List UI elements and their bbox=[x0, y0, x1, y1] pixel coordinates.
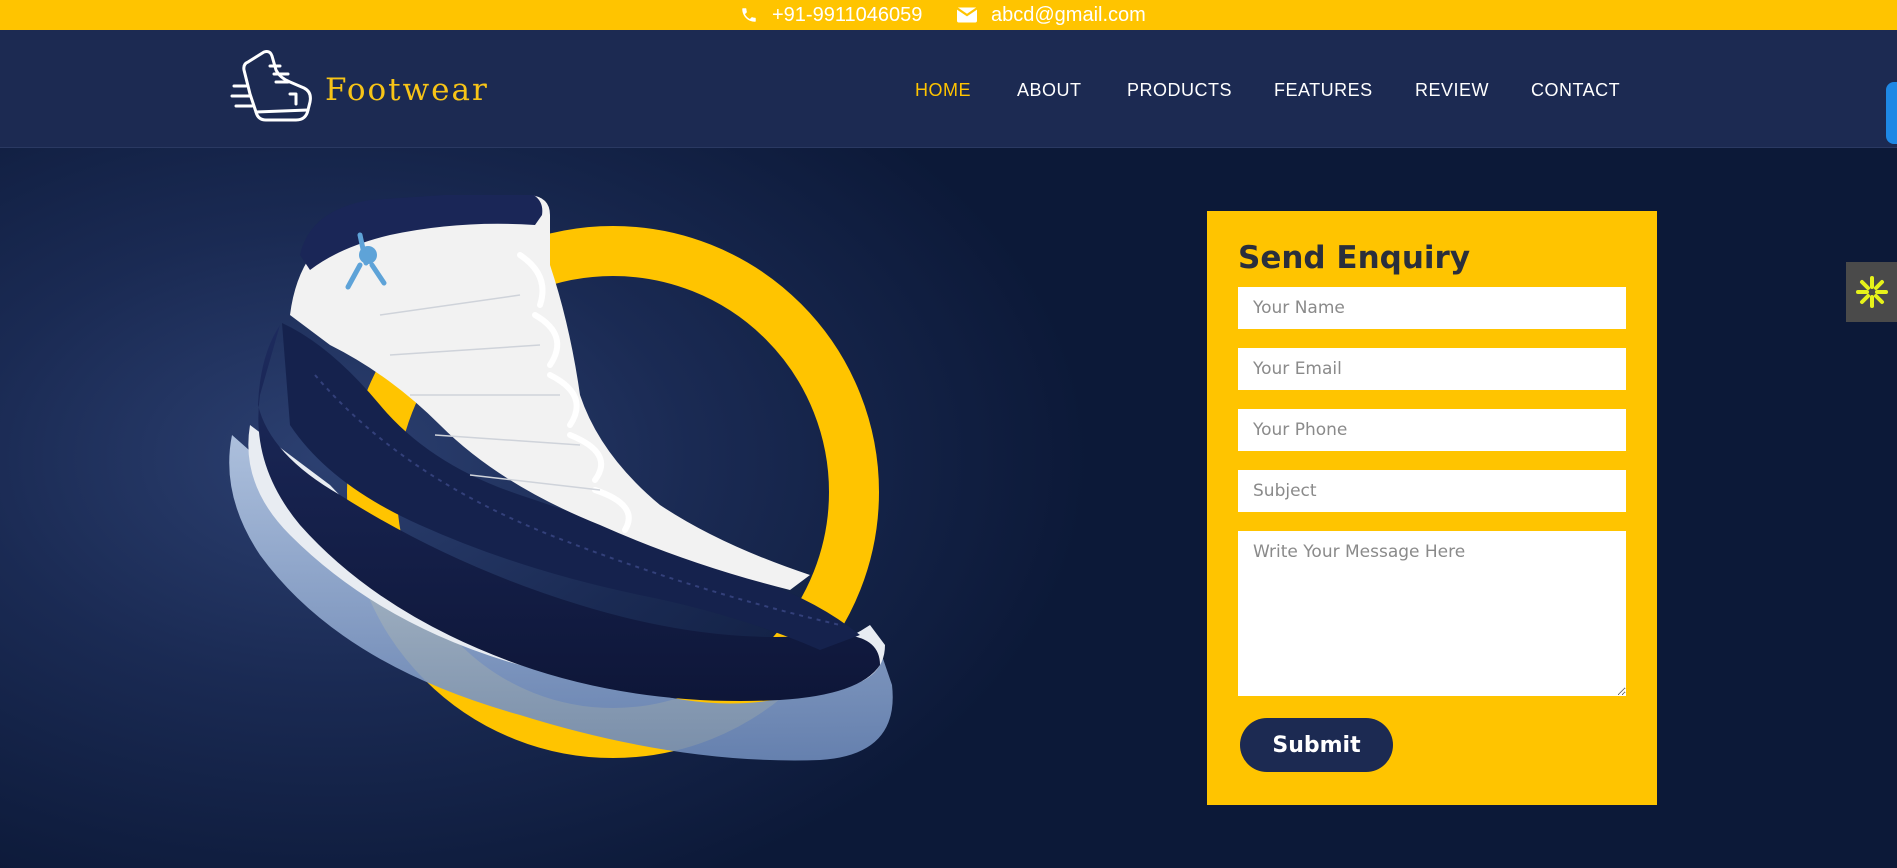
running-shoe-logo-icon bbox=[230, 50, 312, 122]
phone-contact[interactable]: +91-9911046059 bbox=[740, 4, 922, 26]
top-contact-bar: +91-9911046059 abcd@gmail.com bbox=[0, 0, 1897, 30]
phone-icon bbox=[742, 8, 756, 22]
asterisk-icon bbox=[1855, 276, 1888, 308]
nav-contact[interactable]: CONTACT bbox=[1531, 80, 1620, 101]
nav-home[interactable]: HOME bbox=[915, 80, 971, 101]
nav-review[interactable]: REVIEW bbox=[1415, 80, 1489, 101]
email-address: abcd@gmail.com bbox=[991, 3, 1146, 26]
hero-shoe-image bbox=[220, 190, 910, 775]
side-tab-handle[interactable] bbox=[1886, 82, 1897, 144]
phone-input[interactable] bbox=[1238, 409, 1626, 451]
envelope-icon bbox=[957, 7, 977, 23]
nav-products[interactable]: PRODUCTS bbox=[1127, 80, 1232, 101]
subject-input[interactable] bbox=[1238, 470, 1626, 512]
enquiry-title: Send Enquiry bbox=[1238, 240, 1471, 276]
submit-button[interactable]: Submit bbox=[1240, 718, 1393, 772]
brand-logo[interactable]: Footwear bbox=[230, 48, 500, 130]
brand-name: Footwear bbox=[325, 72, 489, 108]
main-navbar: Footwear HOME ABOUT PRODUCTS FEATURES RE… bbox=[0, 30, 1897, 148]
side-widget[interactable] bbox=[1846, 262, 1897, 322]
enquiry-form: Send Enquiry Submit bbox=[1207, 211, 1657, 805]
name-input[interactable] bbox=[1238, 287, 1626, 329]
phone-number: +91-9911046059 bbox=[772, 3, 923, 26]
message-textarea[interactable] bbox=[1238, 531, 1626, 696]
nav-features[interactable]: FEATURES bbox=[1274, 80, 1373, 101]
email-input[interactable] bbox=[1238, 348, 1626, 390]
sneaker-illustration bbox=[229, 190, 893, 761]
email-contact[interactable]: abcd@gmail.com bbox=[957, 4, 1146, 26]
nav-about[interactable]: ABOUT bbox=[1017, 80, 1082, 101]
